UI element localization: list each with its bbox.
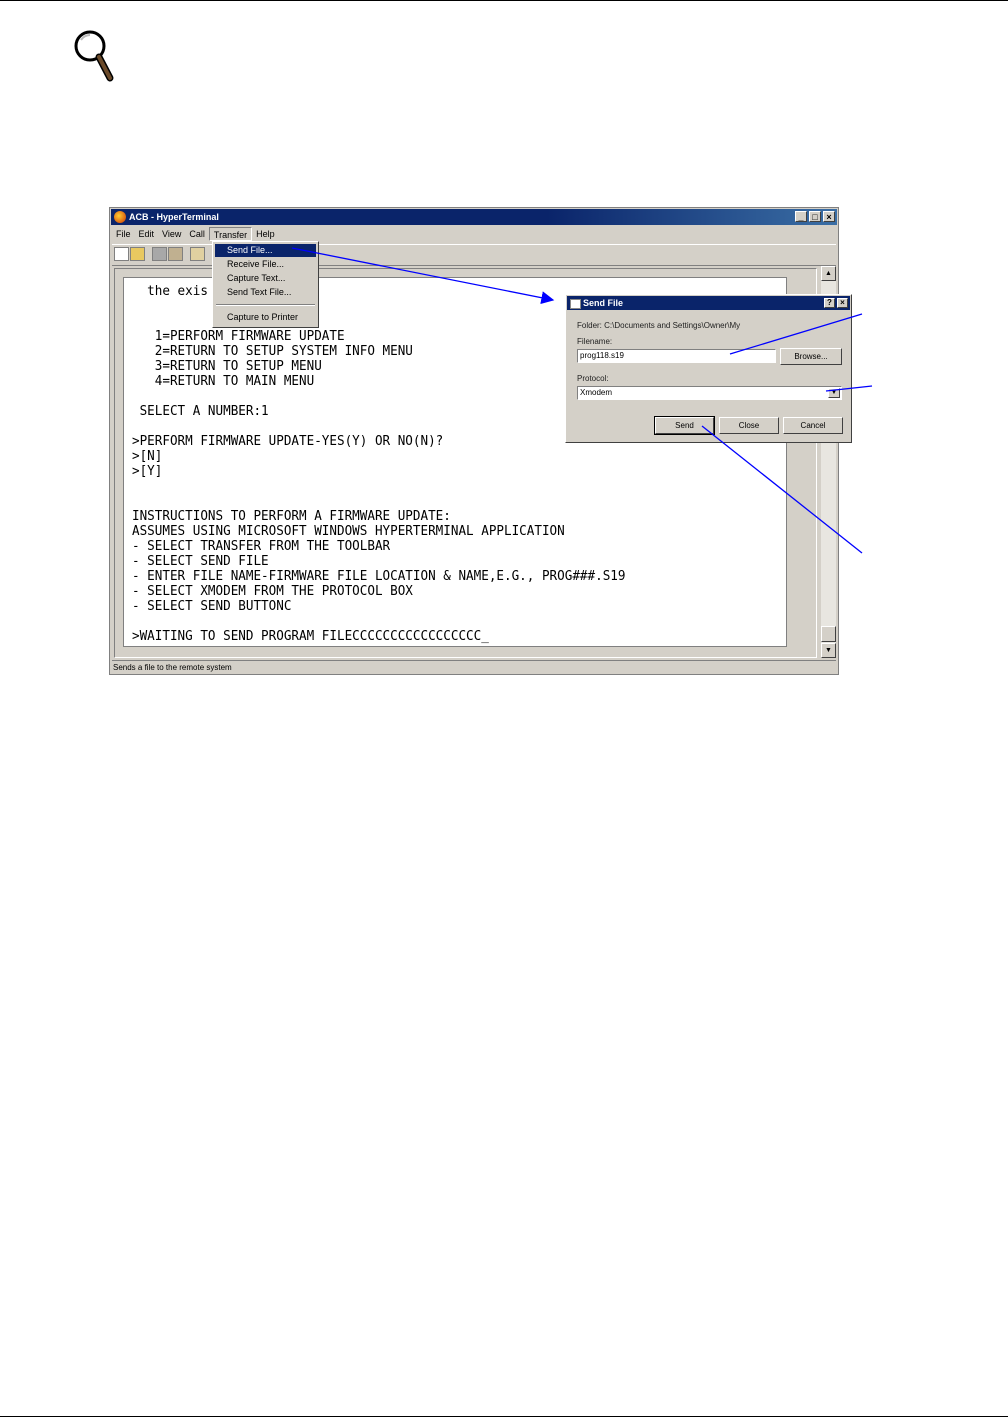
chevron-down-icon[interactable]: ▼ xyxy=(828,388,840,398)
transfer-dropdown-menu: Send File... Receive File... Capture Tex… xyxy=(212,241,319,328)
magnifier-note-icon xyxy=(74,30,114,82)
menu-transfer[interactable]: Transfer xyxy=(208,227,253,241)
send-icon[interactable] xyxy=(190,247,205,261)
window-titlebar[interactable]: ACB - HyperTerminal _ □ × xyxy=(111,209,837,225)
protocol-value: Xmodem xyxy=(580,388,613,397)
dialog-close-button[interactable]: × xyxy=(837,298,848,308)
terminal-line: - ENTER FILE NAME-FIRMWARE FILE LOCATION… xyxy=(132,569,626,584)
terminal-line: - SELECT XMODEM FROM THE PROTOCOL BOX xyxy=(132,584,413,599)
filename-label: Filename: xyxy=(577,337,613,346)
dialog-help-button[interactable]: ? xyxy=(824,298,835,308)
protocol-label: Protocol: xyxy=(577,374,609,383)
menu-item-send-text-file[interactable]: Send Text File... xyxy=(215,286,316,299)
terminal-line: 3=RETURN TO SETUP MENU xyxy=(132,359,322,374)
top-rule xyxy=(0,0,1008,1)
dialog-title: Send File xyxy=(583,298,624,308)
hyperterminal-app-icon xyxy=(114,211,126,223)
window-title: ACB - HyperTerminal xyxy=(129,212,219,222)
open-folder-icon[interactable] xyxy=(130,247,145,261)
disconnect-icon[interactable] xyxy=(168,247,183,261)
terminal-line: 2=RETURN TO SETUP SYSTEM INFO MENU xyxy=(132,344,413,359)
scroll-down-arrow-icon[interactable]: ▼ xyxy=(821,643,836,658)
minimize-button[interactable]: _ xyxy=(795,211,807,222)
bottom-rule xyxy=(0,1416,1008,1417)
terminal-line: 1=PERFORM FIRMWARE UPDATE xyxy=(132,329,345,344)
terminal-line: SELECT A NUMBER:1 xyxy=(132,404,269,419)
close-button[interactable]: × xyxy=(823,211,835,222)
status-bar: Sends a file to the remote system xyxy=(112,660,836,674)
send-button[interactable]: Send xyxy=(654,416,715,435)
terminal-line: ASSUMES USING MICROSOFT WINDOWS HYPERTER… xyxy=(132,524,565,539)
scroll-thumb[interactable] xyxy=(821,626,836,642)
menu-item-send-file[interactable]: Send File... xyxy=(215,244,316,257)
terminal-line: - SELECT TRANSFER FROM THE TOOLBAR xyxy=(132,539,391,554)
menu-item-capture-text[interactable]: Capture Text... xyxy=(215,272,316,285)
menu-item-receive-file[interactable]: Receive File... xyxy=(215,258,316,271)
menu-item-capture-to-printer[interactable]: Capture to Printer xyxy=(215,311,316,324)
terminal-line: INSTRUCTIONS TO PERFORM A FIRMWARE UPDAT… xyxy=(132,509,451,524)
folder-label: Folder: C:\Documents and Settings\Owner\… xyxy=(577,321,741,330)
menubar: File Edit View Call Transfer Help xyxy=(112,227,279,241)
terminal-line: >PERFORM FIRMWARE UPDATE-YES(Y) OR NO(N)… xyxy=(132,434,444,449)
dialog-window-icon xyxy=(570,299,581,309)
menu-edit[interactable]: Edit xyxy=(135,227,159,241)
browse-button[interactable]: Browse... xyxy=(780,348,842,365)
scroll-up-arrow-icon[interactable]: ▲ xyxy=(821,266,836,281)
send-file-dialog: Send File ? × Folder: C:\Documents and S… xyxy=(565,294,852,443)
maximize-button[interactable]: □ xyxy=(809,211,821,222)
new-connection-icon[interactable] xyxy=(114,247,129,261)
menu-help[interactable]: Help xyxy=(252,227,279,241)
dial-phone-icon[interactable] xyxy=(152,247,167,261)
menu-call[interactable]: Call xyxy=(185,227,209,241)
menu-separator xyxy=(216,304,315,306)
menu-file[interactable]: File xyxy=(112,227,135,241)
cancel-button[interactable]: Cancel xyxy=(783,417,843,434)
terminal-line: >WAITING TO SEND PROGRAM FILECCCCCCCCCCC… xyxy=(132,629,489,644)
terminal-line: - SELECT SEND FILE xyxy=(132,554,269,569)
terminal-line: >[N] xyxy=(132,449,163,464)
filename-input[interactable]: prog118.s19 xyxy=(577,349,776,363)
terminal-line: - SELECT SEND BUTTONC xyxy=(132,599,292,614)
menu-view[interactable]: View xyxy=(158,227,185,241)
terminal-line: the exis xyxy=(132,284,208,299)
protocol-select[interactable]: Xmodem ▼ xyxy=(577,386,842,400)
terminal-line: >[Y] xyxy=(132,464,163,479)
terminal-line: 4=RETURN TO MAIN MENU xyxy=(132,374,315,389)
dialog-titlebar[interactable]: Send File ? × xyxy=(567,296,850,310)
dialog-close-text-button[interactable]: Close xyxy=(719,417,779,434)
